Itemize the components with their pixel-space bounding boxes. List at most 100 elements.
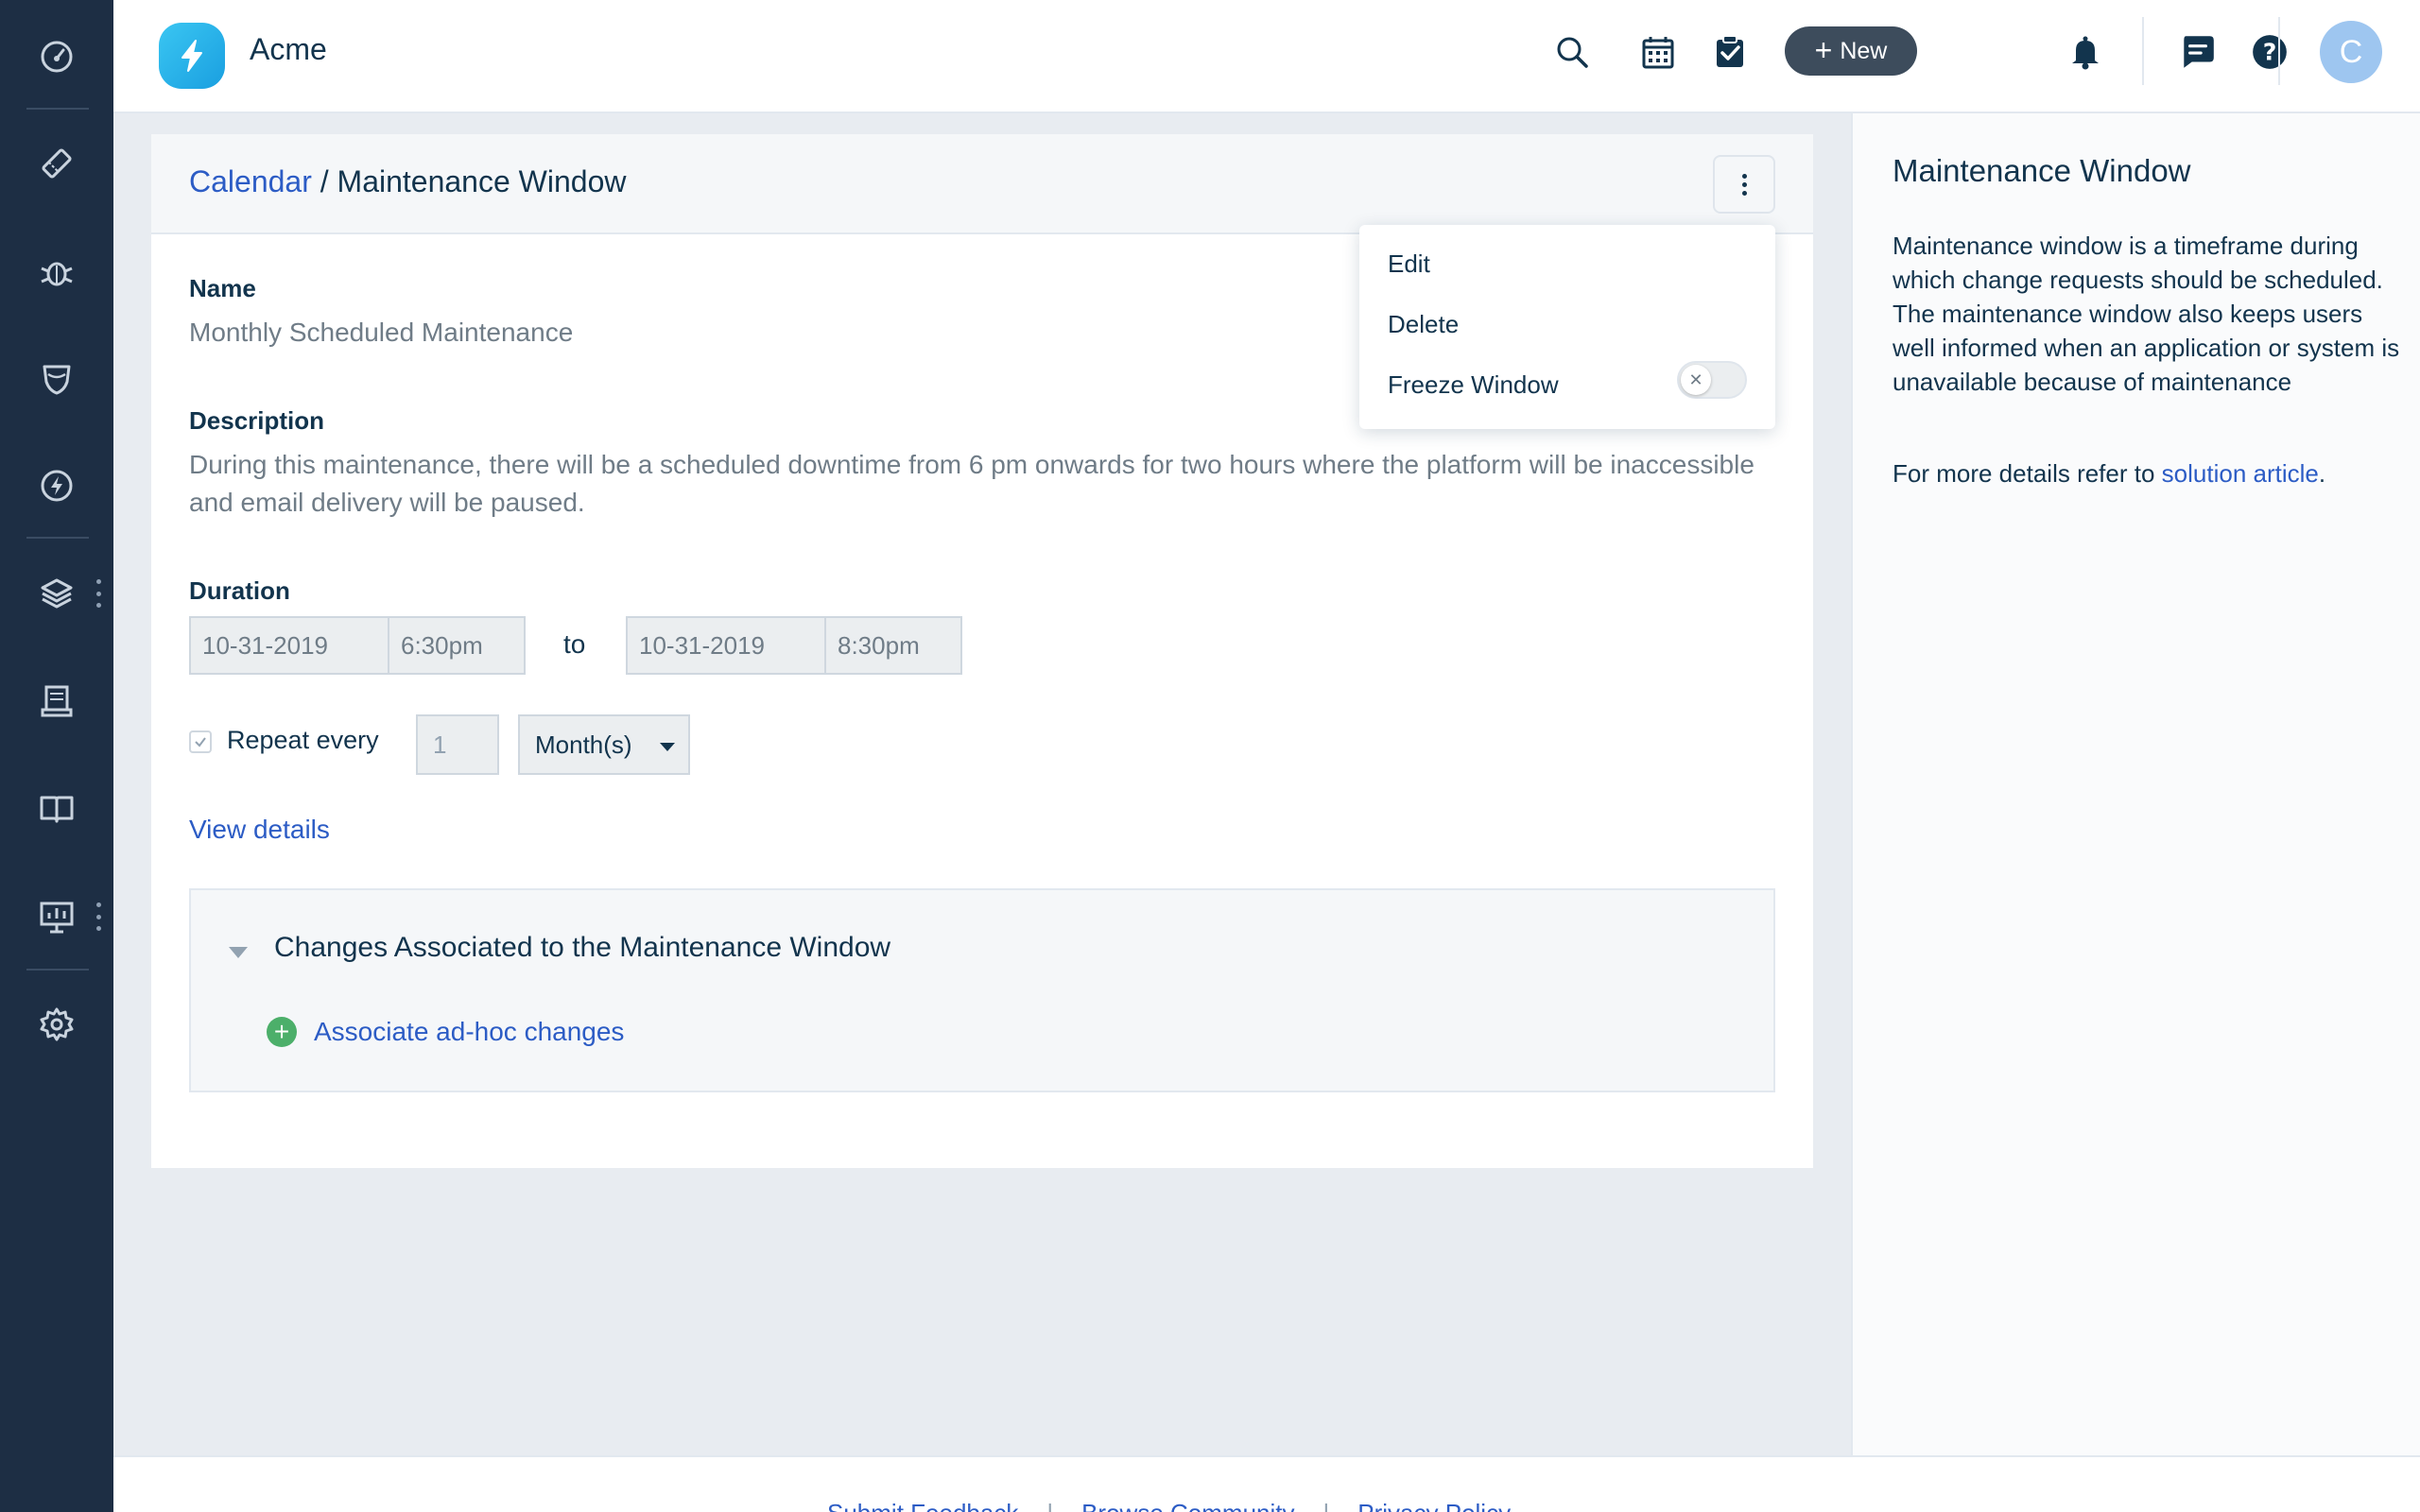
add-circle-icon: +: [267, 1017, 297, 1047]
check-icon: [195, 737, 206, 747]
kebab-dot: [1741, 173, 1747, 179]
chat-icon: [2178, 32, 2218, 72]
repeat-unit-select[interactable]: Month(s): [518, 714, 690, 775]
collapse-triangle-icon[interactable]: [229, 947, 248, 958]
repeat-unit-value: Month(s): [535, 730, 632, 759]
problems-icon: [38, 252, 76, 290]
breadcrumb-separator: /: [311, 164, 337, 198]
user-avatar[interactable]: C: [2320, 21, 2382, 83]
more-actions-button[interactable]: [1713, 155, 1775, 214]
menu-item-edit[interactable]: Edit: [1388, 249, 1430, 279]
releases-icon: [38, 467, 76, 505]
toggle-off-x-icon: ✕: [1681, 365, 1711, 395]
nav-assets-more-icon[interactable]: [95, 579, 102, 608]
description-value: During this maintenance, there will be a…: [189, 450, 1754, 517]
calendar-icon: [1639, 33, 1677, 71]
nav-changes[interactable]: [0, 340, 113, 416]
repeat-checkbox[interactable]: [189, 730, 212, 753]
actions-dropdown-menu: Edit Delete Freeze Window ✕: [1359, 225, 1775, 429]
calendar-button[interactable]: [1625, 23, 1691, 81]
start-time-field[interactable]: 6:30pm: [388, 616, 526, 675]
page-title: Maintenance Window: [337, 164, 627, 198]
dashboard-icon: [38, 38, 76, 76]
repeat-count-input[interactable]: 1: [416, 714, 499, 775]
view-details-link[interactable]: View details: [189, 815, 330, 845]
end-date-field[interactable]: 10-31-2019: [626, 616, 826, 675]
lightning-icon: [173, 37, 211, 75]
left-navigation: [0, 0, 113, 1512]
name-label: Name: [189, 274, 256, 302]
top-header: Acme + New ? C: [113, 0, 2420, 113]
plus-icon: +: [1814, 32, 1833, 67]
nav-dashboard[interactable]: [0, 19, 113, 94]
header-separator: [2278, 17, 2280, 85]
search-button[interactable]: [1539, 23, 1605, 81]
nav-separator: [26, 969, 89, 971]
kebab-dot: [1741, 190, 1747, 196]
help-panel-title: Maintenance Window: [1893, 153, 2191, 188]
freeze-window-toggle[interactable]: ✕: [1677, 361, 1747, 399]
help-button[interactable]: ?: [2237, 23, 2303, 81]
nav-settings[interactable]: [0, 987, 113, 1062]
header-separator: [2142, 17, 2144, 85]
search-icon: [1553, 33, 1591, 71]
assets-icon: [38, 575, 76, 612]
notifications-button[interactable]: [2052, 23, 2118, 81]
analytics-icon: [38, 898, 76, 936]
inventory-icon: [38, 682, 76, 720]
menu-item-freeze-window[interactable]: Freeze Window: [1388, 370, 1559, 400]
kebab-dot: [1741, 181, 1747, 187]
bell-icon: [2066, 33, 2104, 71]
nav-inventory[interactable]: [0, 663, 113, 739]
settings-icon: [38, 1005, 76, 1043]
name-value: Monthly Scheduled Maintenance: [189, 318, 574, 347]
nav-problems[interactable]: [0, 233, 113, 309]
help-panel-more: For more details refer to solution artic…: [1893, 459, 2403, 489]
nav-releases[interactable]: [0, 448, 113, 524]
changes-section: Changes Associated to the Maintenance Wi…: [189, 888, 1775, 1092]
nav-tickets[interactable]: [0, 126, 113, 201]
new-button-label: New: [1840, 37, 1888, 64]
chat-button[interactable]: [2165, 23, 2231, 81]
tasks-button[interactable]: [1697, 23, 1763, 81]
footer-links: Submit Feedback | Browse Community | Pri…: [827, 1499, 1511, 1512]
brand-name: Acme: [250, 32, 327, 66]
footer-separator: |: [1046, 1499, 1053, 1512]
menu-item-delete[interactable]: Delete: [1388, 310, 1459, 339]
submit-feedback-link[interactable]: Submit Feedback: [827, 1499, 1018, 1512]
nav-separator: [26, 537, 89, 539]
description-label: Description: [189, 406, 325, 435]
solutions-icon: [38, 790, 76, 828]
help-icon: ?: [2250, 32, 2290, 72]
card-header: Calendar / Maintenance Window: [151, 134, 1813, 234]
duration-label: Duration: [189, 576, 290, 605]
privacy-policy-link[interactable]: Privacy Policy: [1357, 1499, 1511, 1512]
start-date-field[interactable]: 10-31-2019: [189, 616, 389, 675]
footer-separator: |: [1323, 1499, 1330, 1512]
help-panel-body: Maintenance window is a timeframe during…: [1893, 232, 2400, 396]
svg-text:?: ?: [2263, 38, 2277, 65]
solution-article-link[interactable]: solution article: [2162, 459, 2319, 488]
tickets-icon: [38, 145, 76, 182]
page-footer: Submit Feedback | Browse Community | Pri…: [113, 1455, 2420, 1512]
nav-solutions[interactable]: [0, 771, 113, 847]
new-button[interactable]: + New: [1785, 26, 1917, 76]
nav-analytics-more-icon[interactable]: [95, 902, 102, 931]
associate-changes-label: Associate ad-hoc changes: [314, 1017, 625, 1046]
app-logo[interactable]: [159, 23, 225, 89]
help-more-prefix: For more details refer to: [1893, 459, 2162, 488]
changes-icon: [38, 359, 76, 397]
breadcrumb: Calendar / Maintenance Window: [189, 164, 626, 199]
caret-down-icon: [660, 743, 675, 751]
changes-section-title[interactable]: Changes Associated to the Maintenance Wi…: [274, 932, 890, 964]
help-more-suffix: .: [2318, 459, 2326, 488]
tasks-icon: [1711, 33, 1749, 71]
to-label: to: [563, 629, 586, 659]
breadcrumb-calendar-link[interactable]: Calendar: [189, 164, 312, 198]
repeat-label: Repeat every: [227, 726, 379, 754]
end-time-field[interactable]: 8:30pm: [824, 616, 962, 675]
browse-community-link[interactable]: Browse Community: [1081, 1499, 1294, 1512]
nav-separator: [26, 108, 89, 110]
help-panel: Maintenance Window Maintenance window is…: [1851, 113, 2420, 1455]
associate-changes-link[interactable]: + Associate ad-hoc changes: [267, 1017, 624, 1047]
